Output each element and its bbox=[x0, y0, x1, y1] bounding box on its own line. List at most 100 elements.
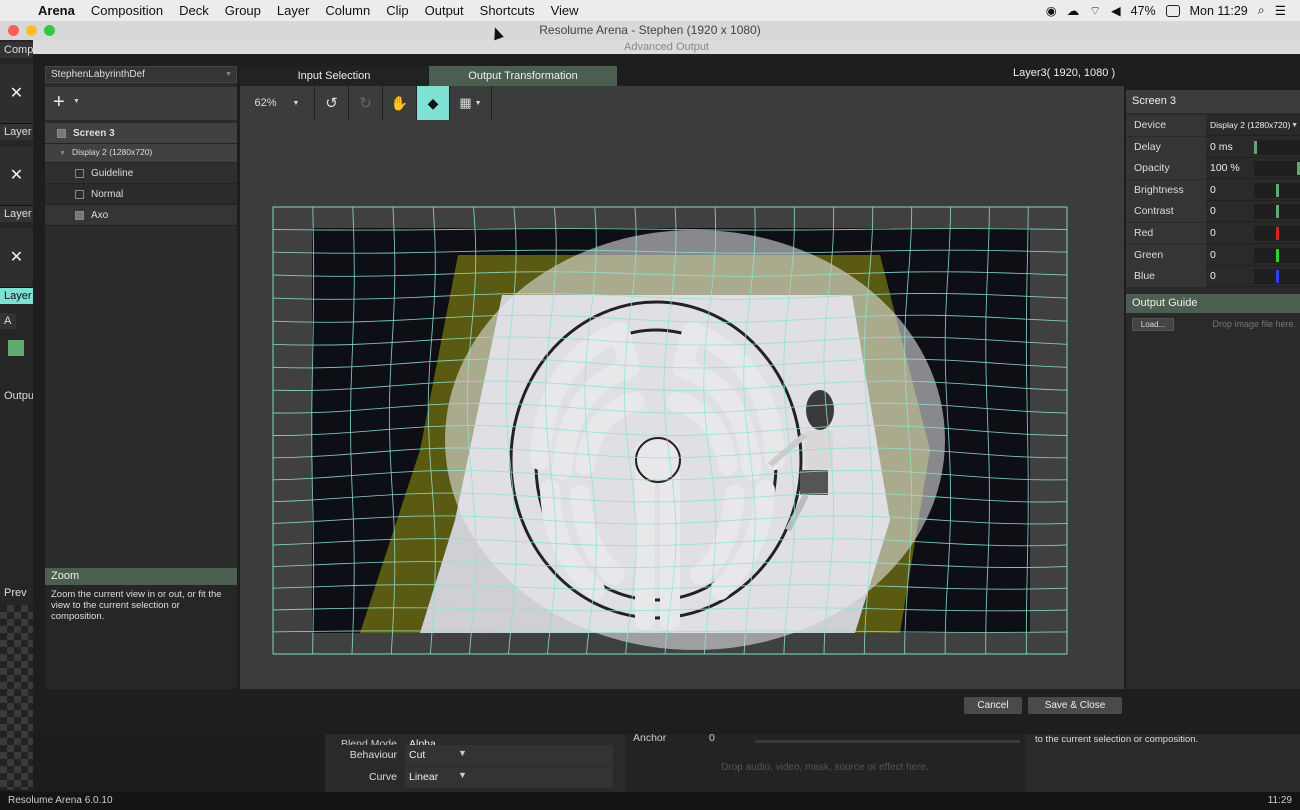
curve-value[interactable]: Linear bbox=[405, 767, 613, 788]
add-icon[interactable]: + bbox=[53, 91, 65, 113]
close-window-icon[interactable] bbox=[8, 25, 19, 36]
menu-app-name[interactable]: Arena bbox=[30, 3, 83, 18]
property-slider[interactable] bbox=[1254, 226, 1300, 241]
property-slider[interactable] bbox=[1254, 139, 1300, 155]
property-row[interactable]: Brightness 0 bbox=[1126, 179, 1300, 201]
menu-layer[interactable]: Layer bbox=[269, 3, 318, 18]
property-row[interactable]: Red 0 bbox=[1126, 223, 1300, 244]
property-value[interactable]: 0 bbox=[1208, 245, 1254, 266]
property-value[interactable]: 0 bbox=[1208, 180, 1254, 201]
menu-shortcuts[interactable]: Shortcuts bbox=[472, 3, 543, 18]
menu-column[interactable]: Column bbox=[317, 3, 378, 18]
property-value[interactable]: 0 bbox=[1208, 266, 1254, 287]
slider-handle[interactable] bbox=[1275, 183, 1279, 197]
menu-group[interactable]: Group bbox=[217, 3, 269, 18]
minimize-window-icon[interactable] bbox=[26, 25, 37, 36]
property-row[interactable]: Blue 0 bbox=[1126, 266, 1300, 288]
property-slider[interactable] bbox=[1254, 161, 1300, 177]
wifi-icon[interactable]: ⌔ bbox=[1089, 3, 1101, 19]
slice-checkbox-icon[interactable] bbox=[75, 210, 84, 220]
redo-icon[interactable]: ↻ bbox=[349, 86, 383, 120]
property-slider[interactable] bbox=[1254, 269, 1300, 285]
property-name: Device bbox=[1126, 115, 1206, 136]
canvas-svg bbox=[272, 206, 1068, 655]
screen-checkbox-icon[interactable] bbox=[57, 128, 66, 138]
property-row[interactable]: Green 0 bbox=[1126, 244, 1300, 266]
tree-display-row[interactable]: ▼ Display 2 (1280x720) bbox=[45, 144, 237, 163]
slider-handle[interactable] bbox=[1275, 248, 1279, 262]
layer-label-active[interactable]: Layer bbox=[0, 288, 33, 304]
tab-output-transformation[interactable]: Output Transformation bbox=[429, 66, 617, 86]
slice-checkbox-icon[interactable] bbox=[75, 168, 84, 178]
property-row[interactable]: Delay 0 ms bbox=[1126, 136, 1300, 158]
property-value[interactable]: 100 % bbox=[1208, 158, 1254, 179]
slice-row[interactable]: Axo bbox=[45, 205, 237, 226]
clear-layer-icon[interactable]: ✕ bbox=[0, 64, 33, 124]
layer-color-swatch[interactable] bbox=[8, 340, 24, 356]
clear-layer-icon[interactable]: ✕ bbox=[0, 228, 33, 288]
preview-label: Prev bbox=[0, 585, 33, 601]
creative-cloud-icon[interactable]: ☁ bbox=[1067, 3, 1080, 18]
slice-row[interactable]: Normal bbox=[45, 184, 237, 205]
slice-label: Axo bbox=[91, 210, 109, 221]
save-close-button[interactable]: Save & Close bbox=[1028, 697, 1122, 714]
grid-icon[interactable]: ▦ ▼ bbox=[450, 86, 492, 120]
menu-view[interactable]: View bbox=[543, 3, 587, 18]
add-dropdown-icon[interactable]: ▼ bbox=[73, 98, 80, 105]
output-canvas[interactable] bbox=[240, 120, 1124, 689]
advanced-output-dialog: Advanced Output StephenLabyrinthDef ▼ + … bbox=[33, 40, 1300, 734]
record-icon[interactable]: ◉ bbox=[1046, 3, 1057, 18]
spotlight-search-icon[interactable]: ⌕ bbox=[1258, 3, 1265, 18]
slider-handle[interactable] bbox=[1275, 227, 1279, 240]
battery-percent[interactable]: 47% bbox=[1131, 4, 1156, 18]
grid-dropdown-icon[interactable]: ▼ bbox=[475, 100, 482, 107]
slider-handle[interactable] bbox=[1254, 140, 1257, 154]
zoom-window-icon[interactable] bbox=[44, 25, 55, 36]
property-name: Contrast bbox=[1126, 201, 1206, 223]
slice-checkbox-icon[interactable] bbox=[75, 189, 84, 199]
zoom-select[interactable]: 62% ▼ bbox=[240, 86, 315, 120]
tree-screen-row[interactable]: Screen 3 bbox=[45, 123, 237, 144]
undo-icon[interactable]: ↺ bbox=[315, 86, 349, 120]
anchor-slider[interactable] bbox=[755, 740, 1020, 743]
notification-center-icon[interactable]: ☰ bbox=[1275, 3, 1286, 18]
battery-icon[interactable] bbox=[1165, 4, 1180, 17]
menu-clip[interactable]: Clip bbox=[378, 3, 416, 18]
clear-layer-icon[interactable]: ✕ bbox=[0, 146, 33, 206]
zoom-dropdown-icon[interactable]: ▼ bbox=[293, 100, 300, 107]
expand-triangle-icon[interactable]: ▼ bbox=[59, 150, 66, 157]
hand-tool-icon[interactable]: ✋ bbox=[383, 86, 417, 120]
property-value[interactable]: 0 bbox=[1208, 223, 1254, 244]
property-row[interactable]: Contrast 0 bbox=[1126, 201, 1300, 223]
slice-row[interactable]: Guideline bbox=[45, 163, 237, 184]
menu-deck[interactable]: Deck bbox=[171, 3, 217, 18]
load-button[interactable]: Load... bbox=[1132, 318, 1174, 331]
menu-composition[interactable]: Composition bbox=[83, 3, 171, 18]
property-slider[interactable] bbox=[1254, 204, 1300, 220]
deck-a-label[interactable]: A bbox=[0, 313, 16, 329]
help-text: Zoom the current view in or out, or fit … bbox=[51, 589, 222, 622]
behaviour-dropdown-icon[interactable]: ▼ bbox=[458, 748, 467, 758]
property-row[interactable]: Opacity 100 % bbox=[1126, 158, 1300, 180]
cancel-button[interactable]: Cancel bbox=[964, 697, 1022, 714]
curve-dropdown-icon[interactable]: ▼ bbox=[458, 770, 467, 780]
property-value[interactable]: Display 2 (1280x720) bbox=[1208, 115, 1300, 136]
preset-select[interactable]: StephenLabyrinthDef ▼ bbox=[45, 66, 237, 83]
property-slider[interactable] bbox=[1254, 182, 1300, 198]
clock[interactable]: Mon 11:29 bbox=[1190, 4, 1248, 18]
property-value[interactable]: 0 ms bbox=[1208, 137, 1254, 158]
preset-dropdown-icon[interactable]: ▼ bbox=[225, 67, 232, 82]
slider-handle[interactable] bbox=[1275, 205, 1279, 219]
menu-output[interactable]: Output bbox=[417, 3, 472, 18]
device-dropdown-icon[interactable]: ▼ bbox=[1291, 115, 1298, 136]
drop-hint: Drop audio, video, mask, source or effec… bbox=[721, 762, 929, 773]
property-value[interactable]: 0 bbox=[1208, 201, 1254, 222]
snap-magnet-icon[interactable]: ◆ bbox=[417, 86, 450, 120]
behaviour-value[interactable]: Cut bbox=[405, 745, 613, 766]
property-slider[interactable] bbox=[1254, 247, 1300, 263]
drop-zone[interactable]: Anchor 0 Drop audio, video, mask, source… bbox=[625, 732, 1025, 792]
slider-handle[interactable] bbox=[1275, 270, 1279, 284]
property-row[interactable]: Device Display 2 (1280x720) ▼ bbox=[1126, 115, 1300, 136]
volume-icon[interactable]: ◀ bbox=[1111, 3, 1121, 18]
tab-input-selection[interactable]: Input Selection bbox=[240, 66, 428, 86]
